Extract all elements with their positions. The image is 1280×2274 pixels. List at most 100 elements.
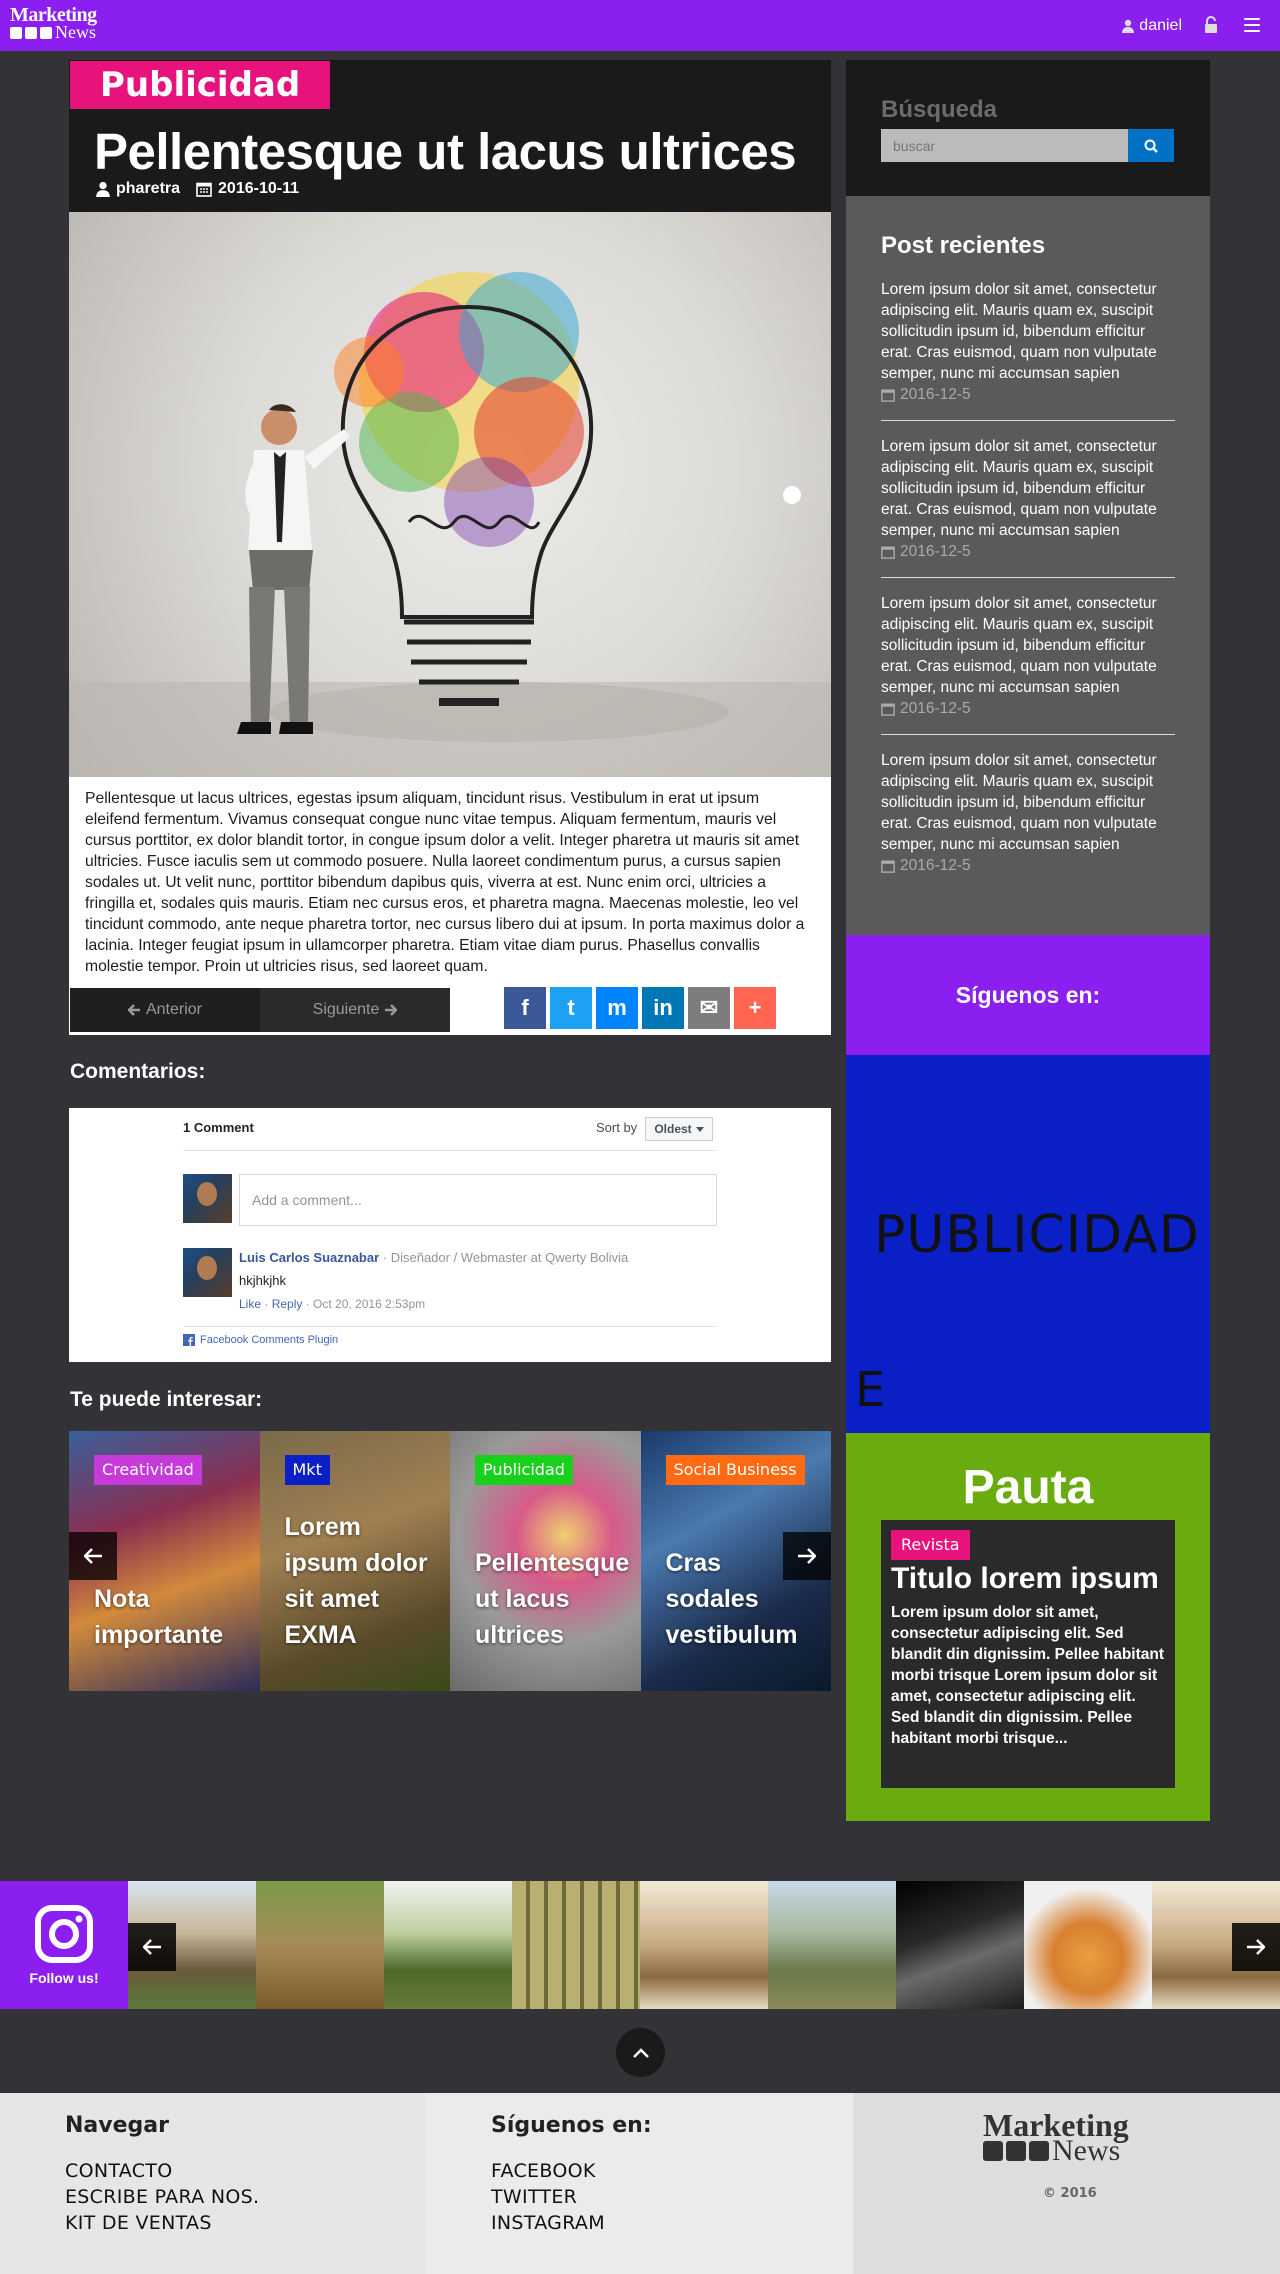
comment-input[interactable]: Add a comment...: [239, 1174, 717, 1226]
instagram-icon: [35, 1905, 93, 1963]
instagram-thumb[interactable]: [1024, 1881, 1152, 2009]
hamburger-menu-icon[interactable]: [1244, 18, 1260, 32]
commenter-avatar[interactable]: [183, 1248, 232, 1297]
recent-post[interactable]: Lorem ipsum dolor sit amet, consectetur …: [881, 593, 1175, 719]
email-share-icon[interactable]: ✉: [688, 987, 730, 1029]
recent-post-date: 2016-12-5: [881, 541, 1175, 562]
footer-link[interactable]: FACEBOOK: [491, 2160, 596, 2182]
more-share-icon[interactable]: +: [734, 987, 776, 1029]
calendar-icon: [881, 859, 895, 873]
next-button[interactable]: Siguiente: [260, 988, 450, 1032]
lock-icon[interactable]: [1204, 16, 1218, 34]
divider: [881, 420, 1175, 421]
related-badge[interactable]: Mkt: [284, 1455, 330, 1485]
user-menu[interactable]: daniel: [1122, 17, 1182, 35]
recent-post-date: 2016-12-5: [881, 384, 1175, 405]
related-badge[interactable]: Publicidad: [475, 1455, 573, 1485]
recent-post-text: Lorem ipsum dolor sit amet, consectetur …: [881, 438, 1157, 539]
related-card[interactable]: Publicidad Pellentesque ut lacus ultrice…: [450, 1431, 641, 1691]
comment-author-name[interactable]: Luis Carlos Suaznabar: [239, 1250, 379, 1265]
instagram-thumb[interactable]: [896, 1881, 1024, 2009]
calendar-icon: [196, 182, 212, 197]
footer-logo[interactable]: Marketing News: [983, 2109, 1129, 2166]
pauta-badge[interactable]: Revista: [891, 1530, 970, 1560]
footer-link[interactable]: TWITTER: [491, 2186, 577, 2208]
instagram-next-arrow-icon[interactable]: [1232, 1923, 1280, 1971]
recent-post-text: Lorem ipsum dolor sit amet, consectetur …: [881, 595, 1157, 696]
carousel-next-arrow-icon[interactable]: [783, 1532, 831, 1580]
back-to-top-button[interactable]: [616, 2028, 665, 2077]
footer-link[interactable]: KIT DE VENTAS: [65, 2212, 212, 2234]
article-title: Pellentesque ut lacus ultrices: [94, 123, 797, 180]
divider: [881, 734, 1175, 735]
divider: [881, 577, 1175, 578]
instagram-thumb[interactable]: [768, 1881, 896, 2009]
current-user-avatar: [183, 1174, 232, 1223]
article-date: 2016-10-11: [196, 180, 299, 198]
ad-letter: E: [855, 1362, 886, 1418]
footer-copyright: © 2016: [1043, 2186, 1097, 2201]
related-badge[interactable]: Social Business: [665, 1455, 805, 1485]
category-badge[interactable]: Publicidad: [70, 61, 331, 109]
instagram-label: Follow us!: [29, 1970, 99, 1986]
article-pager: Anterior Siguiente: [70, 988, 450, 1032]
instagram-prev-arrow-icon[interactable]: [128, 1923, 176, 1971]
footer-link[interactable]: ESCRIBE PARA NOS.: [65, 2186, 259, 2208]
footer-nav-title: Navegar: [65, 2113, 169, 2138]
facebook-share-icon[interactable]: f: [504, 987, 546, 1029]
instagram-thumb[interactable]: [640, 1881, 768, 2009]
recent-post[interactable]: Lorem ipsum dolor sit amet, consectetur …: [881, 436, 1175, 562]
article-body: Pellentesque ut lacus ultrices, egestas …: [69, 777, 831, 987]
recent-post-date: 2016-12-5: [881, 855, 1175, 876]
recent-post-date: 2016-12-5: [881, 698, 1175, 719]
calendar-icon: [881, 545, 895, 559]
divider: [183, 1326, 717, 1327]
calendar-icon: [881, 702, 895, 716]
reply-link[interactable]: Reply: [272, 1297, 303, 1311]
pauta-body: Lorem ipsum dolor sit amet, consectetur …: [891, 1604, 1165, 1747]
previous-button[interactable]: Anterior: [70, 988, 260, 1032]
comments-title: Comentarios:: [70, 1060, 206, 1083]
logo-text-line2: News: [10, 23, 97, 41]
comment-count: 1 Comment: [183, 1120, 254, 1135]
sort-select[interactable]: Oldest: [645, 1117, 713, 1141]
related-carousel: Creatividad Nota importante Mkt Lorem ip…: [69, 1431, 831, 1691]
recent-post[interactable]: Lorem ipsum dolor sit amet, consectetur …: [881, 750, 1175, 876]
user-name: daniel: [1139, 17, 1182, 34]
carousel-prev-arrow-icon[interactable]: [69, 1532, 117, 1580]
twitter-share-icon[interactable]: t: [550, 987, 592, 1029]
arrow-left-icon: [127, 1004, 140, 1016]
article-author[interactable]: pharetra: [96, 180, 180, 198]
ad-text: PUBLICIDAD: [874, 1205, 1200, 1265]
share-buttons: f t m in ✉ +: [504, 987, 776, 1029]
related-card-title: Nota importante: [94, 1585, 224, 1649]
sort-label: Sort by: [596, 1120, 638, 1135]
related-card[interactable]: Mkt Lorem ipsum dolor sit amet EXMA: [259, 1431, 450, 1691]
instagram-thumb[interactable]: [512, 1881, 640, 2009]
chevron-up-icon: [632, 2047, 649, 2058]
instagram-follow[interactable]: Follow us!: [0, 1881, 128, 2009]
article-meta: pharetra 2016-10-11: [96, 180, 299, 198]
instagram-thumb[interactable]: [256, 1881, 384, 2009]
instagram-thumb[interactable]: [384, 1881, 512, 2009]
related-badge[interactable]: Creatividad: [94, 1455, 202, 1485]
recent-post-text: Lorem ipsum dolor sit amet, consectetur …: [881, 752, 1157, 853]
site-logo[interactable]: Marketing News: [10, 5, 97, 41]
footer-link[interactable]: CONTACTO: [65, 2160, 172, 2182]
comment-text: hkjhkjhk: [239, 1273, 286, 1288]
search-panel: [846, 60, 1210, 196]
linkedin-share-icon[interactable]: in: [642, 987, 684, 1029]
search-button[interactable]: [1128, 129, 1174, 162]
slider-dot[interactable]: [783, 486, 801, 504]
search-icon: [1144, 139, 1158, 153]
recent-post[interactable]: Lorem ipsum dolor sit amet, consectetur …: [881, 279, 1175, 405]
like-link[interactable]: Like: [239, 1297, 261, 1311]
comment-actions: Like · Reply · Oct 20, 2016 2:53pm: [239, 1297, 426, 1311]
divider: [183, 1150, 717, 1151]
facebook-plugin-link[interactable]: Facebook Comments Plugin: [183, 1334, 338, 1346]
comments-plugin: [69, 1108, 831, 1362]
messenger-share-icon[interactable]: m: [596, 987, 638, 1029]
search-input[interactable]: [881, 129, 1128, 162]
caret-down-icon: [695, 1126, 704, 1132]
footer-link[interactable]: INSTAGRAM: [491, 2212, 605, 2234]
